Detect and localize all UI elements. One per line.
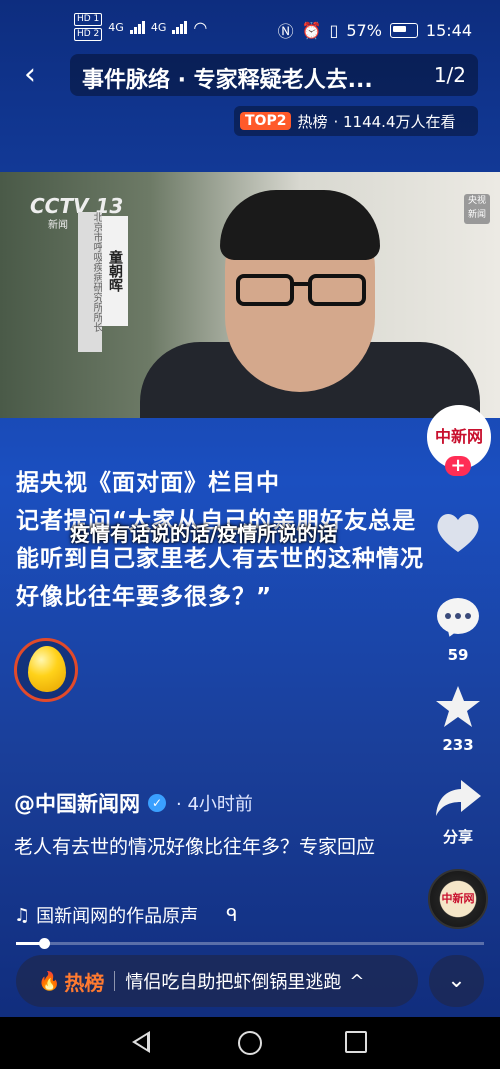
corner-logo: 央视新闻 — [464, 194, 490, 224]
person-hair — [220, 190, 380, 260]
hd-badge: HD 1 — [74, 13, 103, 26]
signal-icon — [172, 20, 188, 34]
back-arrow-icon[interactable]: ‹ — [24, 58, 54, 92]
favorite-count: 233 — [442, 736, 474, 754]
golden-egg-icon[interactable] — [28, 646, 66, 692]
vibrate-icon: ▯ — [329, 20, 339, 40]
system-nav-bar — [0, 1017, 500, 1069]
hd-badge: HD 2 — [74, 28, 103, 41]
status-left: HD 1 HD 2 4G 4G ◠ — [74, 13, 207, 41]
comment-icon[interactable] — [437, 598, 479, 634]
caption-line: 好像比往年要多很多？” — [16, 584, 273, 610]
network-type: 4G — [108, 20, 124, 34]
post-description[interactable]: 老人有去世的情况好像比往年多？专家回应 — [14, 832, 394, 862]
nav-home-icon[interactable] — [238, 1031, 262, 1055]
author-name[interactable]: @中国新闻网 — [14, 788, 140, 818]
music-line[interactable]: ♫ 国新闻网的作品原声 ᑫ — [14, 902, 237, 928]
battery-percent: 57% — [346, 20, 382, 40]
status-bar: HD 1 HD 2 4G 4G ◠ Ⓝ ⏰ ▯ 57% 15:44 — [0, 0, 500, 56]
topic-title-bar[interactable]: 事件脉络 · 专家释疑老人去... 1/2 — [70, 54, 478, 96]
divider — [114, 971, 116, 991]
nav-back-icon[interactable] — [132, 1031, 150, 1053]
nav-recents-icon[interactable] — [345, 1031, 367, 1053]
person-glasses — [236, 274, 366, 306]
page-count: 1/2 — [433, 63, 466, 87]
share-icon[interactable] — [433, 778, 483, 820]
hot-rank-badge[interactable]: TOP2 热榜 · 1144.4万人在看 — [234, 106, 478, 136]
verified-icon: ✓ — [148, 794, 166, 812]
music-note-icon: ♫ — [14, 904, 31, 926]
hot-topic: 情侣吃自助把虾倒锅里逃跑 — [125, 972, 342, 993]
music-title: 国新闻网的作品原声 — [36, 906, 199, 927]
rank-label: 热榜 — [297, 112, 328, 131]
share-label[interactable]: 分享 — [428, 826, 488, 847]
comment-count: 59 — [447, 646, 469, 664]
channel-sub: 新闻 — [48, 220, 68, 231]
video-frame[interactable]: CCTV 13 新闻 北京市呼吸疾病研究所所长 童朝晖 央视新闻 — [0, 172, 500, 418]
guest-title: 北京市呼吸疾病研究所所长 — [78, 212, 102, 352]
caption-line: 据央视《面对面》栏目中 — [16, 470, 280, 496]
status-right: Ⓝ ⏰ ▯ 57% 15:44 — [278, 18, 472, 42]
post-time: · 4小时前 — [176, 794, 253, 815]
guest-name: 童朝晖 — [102, 216, 128, 326]
topic-title: 事件脉络 · 专家释疑老人去... — [82, 68, 373, 93]
video-progress-bar[interactable] — [16, 938, 484, 949]
chevron-up-icon: ^ — [349, 970, 365, 992]
overlay-title: 疫情有话说的话/疫情所说的话 — [70, 522, 338, 546]
viewer-count: · 1144.4万人在看 — [333, 112, 456, 131]
chevron-down-icon[interactable]: ⌄ — [429, 955, 484, 1007]
nfc-icon: Ⓝ — [277, 22, 294, 41]
follow-button[interactable]: + — [445, 456, 471, 476]
wifi-icon: ◠ — [193, 17, 208, 37]
music-disc[interactable]: 中新网 — [428, 869, 488, 929]
star-icon[interactable] — [433, 684, 483, 730]
alarm-icon: ⏰ — [301, 20, 322, 40]
hot-label: 热榜 — [64, 970, 105, 995]
clock: 15:44 — [425, 20, 472, 40]
network-type: 4G — [150, 20, 167, 34]
hot-topic-bar[interactable]: 🔥 热榜 情侣吃自助把虾倒锅里逃跑 ^ — [16, 955, 418, 1007]
flame-icon: 🔥 — [38, 970, 61, 992]
video-screen[interactable]: HD 1 HD 2 4G 4G ◠ Ⓝ ⏰ ▯ 57% 15:44 ‹ 事件脉络… — [0, 0, 500, 1069]
cctv-logo: CCTV 13 — [30, 194, 124, 218]
rank-badge: TOP2 — [240, 112, 292, 130]
signal-icon — [129, 20, 145, 34]
music-extra: ᑫ — [226, 904, 238, 926]
author-line: @中国新闻网 ✓ · 4小时前 — [14, 788, 253, 818]
heart-icon[interactable] — [433, 510, 483, 554]
battery-icon — [389, 22, 418, 38]
progress-knob[interactable] — [39, 938, 51, 949]
